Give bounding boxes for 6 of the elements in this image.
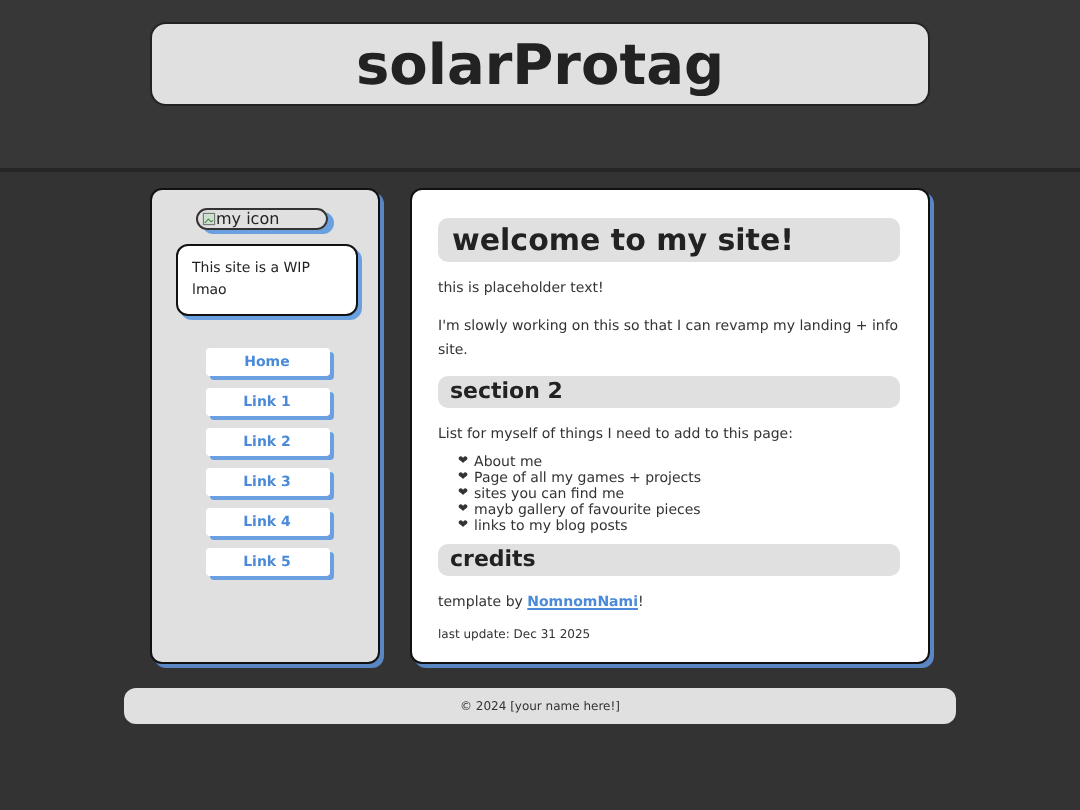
broken-image-icon <box>202 212 216 226</box>
section-heading: credits <box>438 544 900 576</box>
section-heading: section 2 <box>438 376 900 408</box>
site-title: solarProtag <box>355 31 725 97</box>
image-alt-text: my icon <box>216 210 280 228</box>
section-heading: welcome to my site! <box>438 218 900 262</box>
